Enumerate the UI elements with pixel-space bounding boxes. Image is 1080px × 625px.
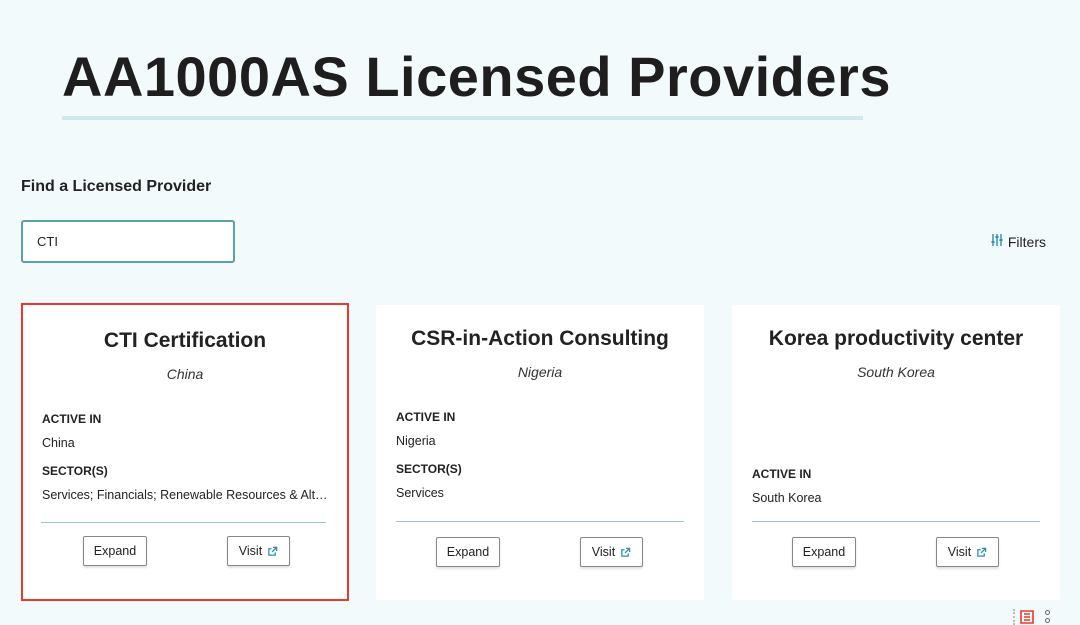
provider-card: CSR-in-Action Consulting Nigeria ACTIVE … bbox=[376, 305, 704, 600]
active-in-label: ACTIVE IN bbox=[752, 467, 812, 481]
provider-country: Nigeria bbox=[517, 364, 563, 380]
provider-country: China bbox=[166, 366, 204, 382]
filters-button[interactable]: Filters bbox=[990, 233, 1046, 250]
card-divider bbox=[41, 522, 326, 523]
visit-label: Visit bbox=[238, 544, 263, 558]
card-divider bbox=[752, 521, 1040, 522]
provider-card: Korea productivity center South Korea AC… bbox=[732, 305, 1060, 600]
active-in-value: China bbox=[42, 436, 75, 450]
expand-button[interactable]: Expand bbox=[792, 537, 856, 567]
active-in-value: Nigeria bbox=[396, 434, 436, 448]
external-link-icon bbox=[976, 547, 987, 558]
external-link-icon bbox=[620, 547, 631, 558]
visit-label: Visit bbox=[947, 545, 972, 559]
filters-label: Filters bbox=[1007, 233, 1046, 250]
visit-label: Visit bbox=[591, 545, 616, 559]
title-underline bbox=[62, 116, 863, 120]
search-label: Find a Licensed Provider bbox=[21, 178, 212, 195]
page-title: AA1000AS Licensed Providers bbox=[62, 45, 891, 108]
sectors-value: Services bbox=[396, 486, 444, 500]
provider-name: CSR-in-Action Consulting bbox=[411, 327, 669, 350]
brand-logo-icon bbox=[1017, 608, 1037, 625]
provider-country: South Korea bbox=[857, 364, 935, 380]
sectors-value: Services; Financials; Renewable Resource… bbox=[42, 488, 328, 502]
visit-button[interactable]: Visit bbox=[227, 536, 290, 566]
expand-button[interactable]: Expand bbox=[83, 536, 147, 566]
sectors-label: SECTOR(S) bbox=[396, 462, 462, 476]
provider-name: Korea productivity center bbox=[768, 327, 1024, 350]
active-in-label: ACTIVE IN bbox=[396, 410, 456, 424]
expand-button[interactable]: Expand bbox=[436, 537, 500, 567]
search-input[interactable] bbox=[21, 220, 235, 263]
sliders-icon bbox=[990, 233, 1004, 250]
active-in-label: ACTIVE IN bbox=[42, 412, 102, 426]
visit-button[interactable]: Visit bbox=[580, 537, 643, 567]
visit-button[interactable]: Visit bbox=[936, 537, 999, 567]
card-divider bbox=[396, 521, 684, 522]
active-in-value: South Korea bbox=[752, 491, 822, 505]
sectors-label: SECTOR(S) bbox=[42, 464, 108, 478]
more-options-icon[interactable] bbox=[1043, 610, 1051, 625]
external-link-icon bbox=[267, 546, 278, 557]
provider-card: CTI Certification China ACTIVE IN China … bbox=[21, 303, 349, 601]
provider-name: CTI Certification bbox=[103, 329, 267, 352]
